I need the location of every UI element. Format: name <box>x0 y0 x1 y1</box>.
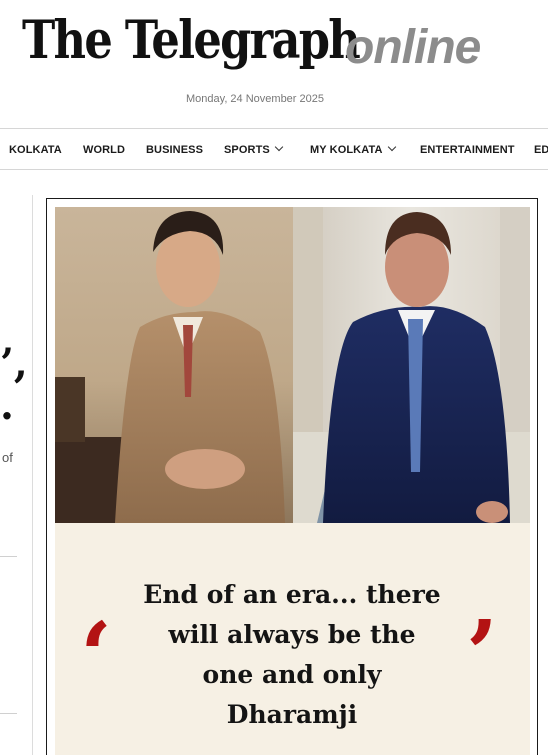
nav-item-label: ENTERTAINMENT <box>420 144 515 156</box>
open-quote-icon: ‘ <box>80 602 113 710</box>
nav-item-world[interactable]: WORLD <box>83 129 125 169</box>
site-logo-suffix[interactable]: online <box>345 20 481 75</box>
quote-line: will always be the <box>168 620 416 649</box>
nav-item-truncated[interactable]: ED <box>534 129 548 169</box>
nav-item-entertainment[interactable]: ENTERTAINMENT <box>420 129 515 169</box>
previous-article-headline-fragment[interactable]: ’, <box>0 340 28 387</box>
quote-line: one and only <box>202 660 382 689</box>
nav-item-label: WORLD <box>83 144 126 156</box>
nav-item-label: ED <box>534 144 548 156</box>
nav-item-label: BUSINESS <box>146 144 204 156</box>
nav-item-label: SPORTS <box>224 144 270 156</box>
article-quote: End of an era... there will always be th… <box>120 575 464 735</box>
site-logo[interactable]: The Telegraph <box>22 10 361 71</box>
nav-item-business[interactable]: BUSINESS <box>146 129 203 169</box>
nav-item-sports[interactable]: SPORTS <box>224 129 284 169</box>
main-navigation: KOLKATA WORLD BUSINESS SPORTS MY KOLKATA… <box>0 128 548 170</box>
quote-line: End of an era... there <box>143 580 441 609</box>
chevron-down-icon <box>274 142 284 152</box>
nav-item-label: KOLKATA <box>9 144 62 156</box>
nav-item-label: MY KOLKATA <box>310 144 383 156</box>
previous-article-summary-fragment: of <box>2 450 13 465</box>
previous-article-column <box>0 195 33 755</box>
portrait-collage-image <box>55 207 530 523</box>
nav-item-my-kolkata[interactable]: MY KOLKATA <box>310 129 396 169</box>
divider <box>0 556 17 557</box>
close-quote-icon: ’ <box>466 600 499 708</box>
quote-line: Dharamji <box>226 700 358 729</box>
chevron-down-icon <box>387 142 396 152</box>
nav-item-kolkata[interactable]: KOLKATA <box>9 129 62 169</box>
previous-article-headline-fragment[interactable]: . <box>0 382 14 429</box>
masthead: The Telegraph online Monday, 24 November… <box>0 0 548 128</box>
article-photo[interactable] <box>55 207 530 523</box>
divider <box>0 713 17 714</box>
current-date: Monday, 24 November 2025 <box>186 93 324 105</box>
